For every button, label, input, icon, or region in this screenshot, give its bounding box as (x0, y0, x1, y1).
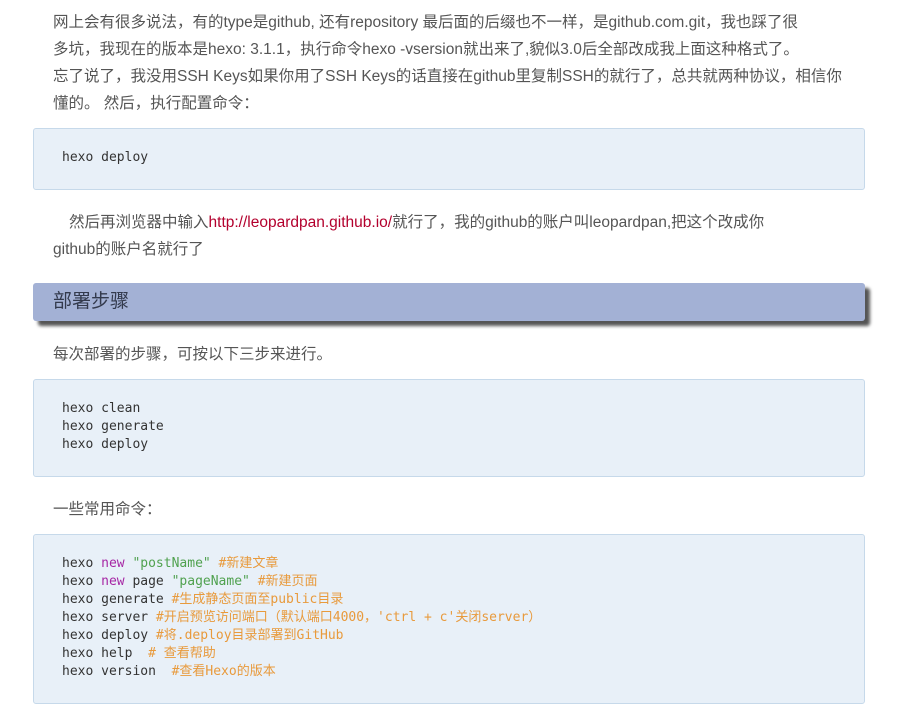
browse-suffix: 就行了，我的github的账户叫leopardpan,把这个改成你 (392, 214, 765, 231)
common-commands-intro: 一些常用命令： (53, 501, 162, 518)
code-comment: #新建文章 (210, 556, 279, 571)
code-comment: #生成静态页面至public目录 (171, 592, 344, 607)
code-string: "postName" (124, 556, 211, 571)
code-command: hexo deploy (62, 628, 156, 643)
code-block-deploy: hexo deploy (33, 128, 865, 190)
code-line: hexo deploy #将.deploy目录部署到GitHub (62, 627, 864, 645)
browse-line: 然后再浏览器中输入http://leopardpan.github.io/就行了… (53, 209, 873, 236)
code-line: hexo server #开启预览访问端口（默认端口4000，'ctrl + c… (62, 609, 864, 627)
code-line: hexo deploy (62, 150, 149, 165)
code-command: hexo (62, 574, 102, 589)
code-comment: #新建页面 (249, 574, 318, 589)
code-line: hexo new page "pageName" #新建页面 (62, 573, 864, 591)
code-line: hexo clean (62, 401, 141, 416)
code-command: hexo help (62, 646, 149, 661)
intro-paragraph: 网上会有很多说法，有的type是github, 还有repository 最后面… (53, 9, 873, 117)
code-block-steps: hexo clean hexo generate hexo deploy (33, 379, 865, 477)
code-string: "pageName" (171, 574, 250, 589)
code-keyword: new (101, 574, 125, 589)
code-comment: #查看Hexo的版本 (171, 664, 276, 679)
browse-prefix: 然后再浏览器中输入 (69, 214, 209, 231)
code-line: hexo new "postName" #新建文章 (62, 555, 864, 573)
code-line: hexo help # 查看帮助 (62, 645, 864, 663)
code-comment: #将.deploy目录部署到GitHub (155, 628, 344, 643)
intro-line: 多坑，我现在的版本是hexo: 3.1.1，执行命令hexo -vsersion… (53, 41, 799, 58)
code-comment: # 查看帮助 (148, 646, 216, 661)
code-comment: #开启预览访问端口（默认端口4000，'ctrl + c'关闭server） (155, 610, 542, 625)
code-block-common-commands: hexo new "postName" #新建文章 hexo new page … (33, 534, 865, 704)
code-line: hexo deploy (62, 437, 149, 452)
section-heading: 部署步骤 (33, 283, 865, 321)
code-line: hexo generate (62, 419, 164, 434)
browse-line: github的账户名就行了 (53, 241, 204, 258)
steps-intro: 每次部署的步骤，可按以下三步来进行。 (53, 346, 333, 363)
code-line: hexo version #查看Hexo的版本 (62, 663, 864, 681)
code-command: hexo version (62, 664, 172, 679)
code-command: page (124, 574, 172, 589)
code-keyword: new (101, 556, 125, 571)
intro-line: 网上会有很多说法，有的type是github, 还有repository 最后面… (53, 14, 799, 31)
intro-line: 忘了说了，我没用SSH Keys如果你用了SSH Keys的话直接在github… (53, 68, 842, 85)
intro-line: 懂的。 然后，执行配置命令： (53, 95, 259, 112)
code-command: hexo generate (62, 592, 172, 607)
blog-link[interactable]: http://leopardpan.github.io/ (209, 214, 393, 231)
code-command: hexo server (62, 610, 156, 625)
code-command: hexo (62, 556, 102, 571)
browse-paragraph: 然后再浏览器中输入http://leopardpan.github.io/就行了… (53, 209, 873, 263)
code-line: hexo generate #生成静态页面至public目录 (62, 591, 864, 609)
